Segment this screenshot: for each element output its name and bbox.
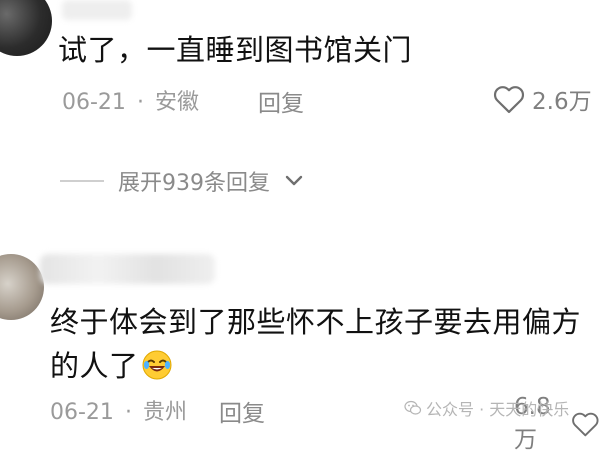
comment-meta: 06-21 · 贵州 <box>50 394 187 426</box>
heart-outline-icon <box>493 86 525 114</box>
comment-location: 安徽 <box>154 90 199 115</box>
laughing-crying-emoji <box>142 350 172 380</box>
comment-date: 06-21 <box>50 400 114 425</box>
chevron-down-icon <box>285 175 303 186</box>
comment-date: 06-21 <box>62 90 126 115</box>
like-button[interactable]: 2.6万 <box>492 82 592 116</box>
meta-separator: · <box>136 90 144 115</box>
blurred-username <box>40 254 215 284</box>
divider-line <box>60 180 104 182</box>
avatar[interactable] <box>0 0 52 56</box>
comment-text: 试了，一直睡到图书馆关门 <box>58 33 413 67</box>
comment-text: 终于体会到了那些怀不上孩子要去用偏方的人了 <box>50 300 595 388</box>
blurred-username <box>62 0 132 20</box>
avatar[interactable] <box>0 254 44 320</box>
wechat-icon <box>404 400 422 415</box>
like-count: 2.6万 <box>532 89 592 115</box>
expand-replies[interactable]: 展开939条回复 <box>60 165 304 197</box>
heart-outline-icon <box>572 412 599 437</box>
watermark: 公众号 · 天天的快乐 <box>404 396 569 420</box>
comment-location: 贵州 <box>142 400 187 425</box>
reply-button[interactable]: 回复 <box>219 394 265 428</box>
expand-label: 展开939条回复 <box>118 171 270 196</box>
reply-button[interactable]: 回复 <box>258 84 304 118</box>
comment-body: 终于体会到了那些怀不上孩子要去用偏方的人了 <box>50 305 582 383</box>
meta-separator: · <box>124 400 132 425</box>
comment-meta: 06-21 · 安徽 <box>62 84 199 116</box>
watermark-text: 公众号 · 天天的快乐 <box>426 400 570 419</box>
